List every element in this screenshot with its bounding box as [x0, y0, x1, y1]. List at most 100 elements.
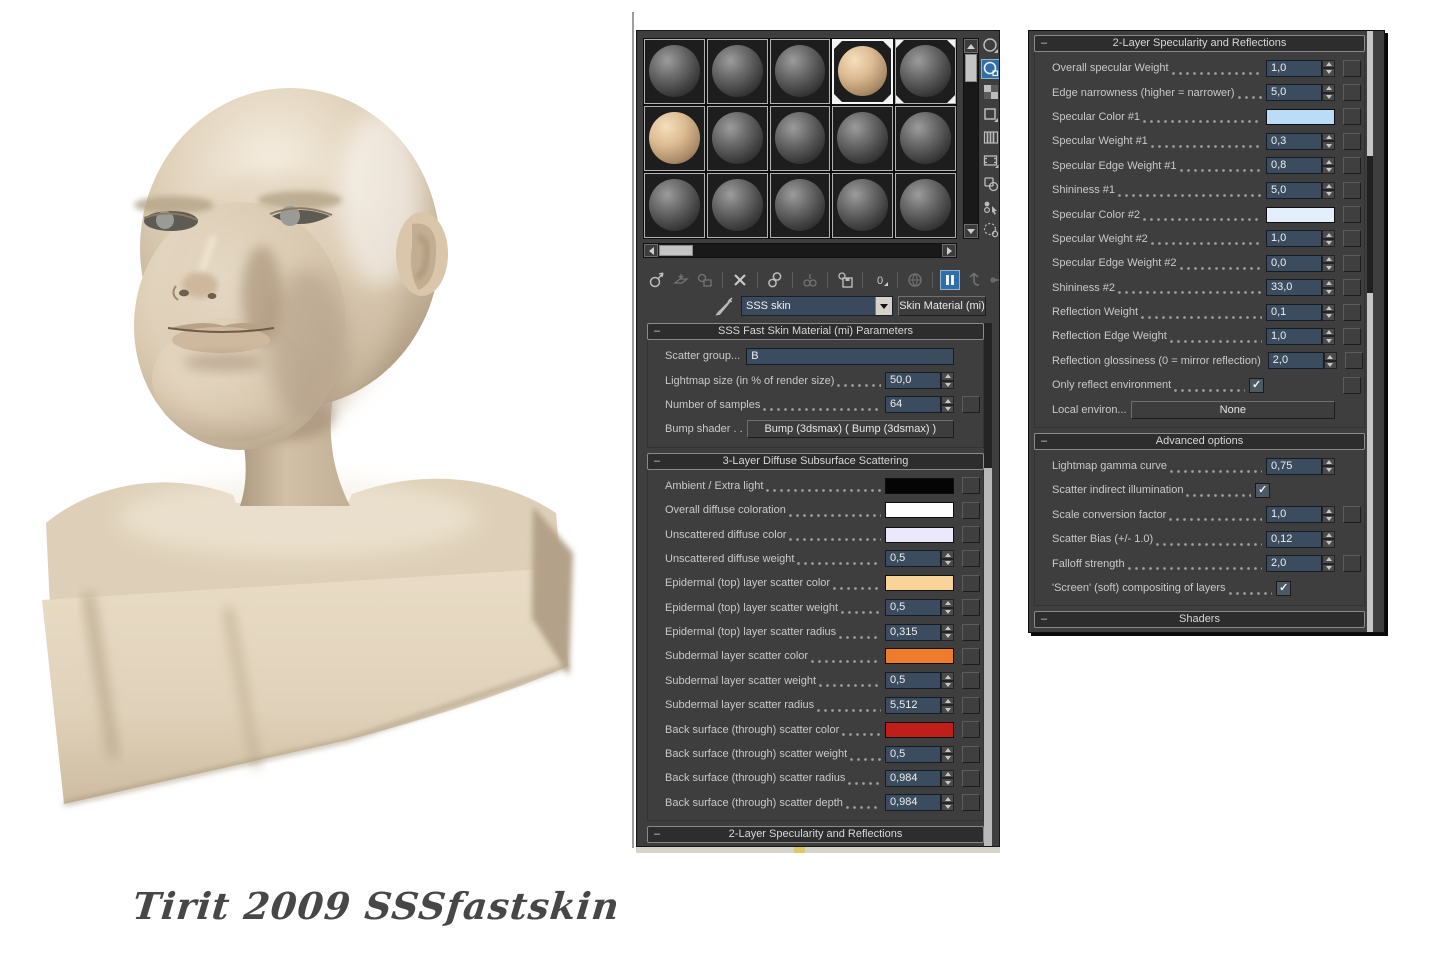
two-layer-specularity-rollout-header[interactable]: – 2-Layer Specularity and Reflections: [1034, 35, 1365, 52]
spinner-down-button[interactable]: [1322, 312, 1335, 321]
sample-slot[interactable]: [644, 39, 705, 104]
edge-narrowness-map-button[interactable]: [1343, 84, 1361, 102]
material-id-channel-icon[interactable]: 0: [870, 270, 890, 290]
value-spinner[interactable]: [1322, 181, 1335, 199]
value-spinner[interactable]: [941, 672, 954, 690]
spinner-down-button[interactable]: [941, 607, 954, 617]
sample-slot[interactable]: [895, 39, 956, 104]
dropdown-arrow-button[interactable]: [875, 297, 892, 315]
value-spinner[interactable]: [941, 794, 954, 812]
spinner-down-button[interactable]: [1322, 68, 1335, 77]
specular-color-1-map-button[interactable]: [1343, 108, 1361, 126]
reflection-weight-field[interactable]: 0,1: [1266, 303, 1322, 321]
spinner-down-button[interactable]: [941, 705, 954, 714]
shaders-rollout-header[interactable]: – Shaders: [1034, 611, 1365, 629]
spinner-down-button[interactable]: [941, 754, 954, 763]
ambient-extra-light-swatch[interactable]: [885, 477, 954, 494]
epidermal-scatter-radius-map-button[interactable]: [962, 623, 980, 641]
spinner-down-button[interactable]: [1322, 514, 1335, 524]
shininess-2-field[interactable]: 33,0: [1266, 279, 1322, 297]
unscattered-diffuse-color-map-button[interactable]: [962, 526, 980, 544]
make-material-copy-icon[interactable]: [765, 270, 785, 290]
scatter-indirect-illumination-checkbox[interactable]: ✓: [1255, 482, 1271, 498]
value-spinner[interactable]: [941, 550, 954, 568]
scroll-left-button[interactable]: [644, 244, 658, 257]
spinner-down-button[interactable]: [1322, 466, 1335, 475]
slots-vertical-scrollbar[interactable]: [963, 38, 979, 239]
back-scatter-color-swatch[interactable]: [885, 721, 954, 738]
overall-specular-weight-field[interactable]: 1,0: [1266, 59, 1322, 77]
spinner-down-button[interactable]: [1322, 238, 1335, 248]
spinner-down-button[interactable]: [941, 778, 954, 787]
scroll-thumb[interactable]: [659, 245, 693, 256]
material-type-button[interactable]: Skin Material (mi): [898, 296, 986, 316]
value-spinner[interactable]: [1322, 506, 1335, 524]
make-preview-icon[interactable]: [981, 151, 1000, 171]
value-spinner[interactable]: [1322, 132, 1335, 150]
epidermal-scatter-weight-map-button[interactable]: [962, 599, 980, 617]
unscattered-diffuse-weight-map-button[interactable]: [962, 550, 980, 568]
assign-material-to-selection-icon[interactable]: [695, 270, 715, 290]
spinner-down-button[interactable]: [1322, 336, 1335, 345]
subdermal-scatter-radius-field[interactable]: 5,512: [885, 696, 941, 714]
two-layer-specularity-bottom-rollout-header[interactable]: – 2-Layer Specularity and Reflections: [647, 826, 984, 844]
spinner-down-button[interactable]: [1322, 165, 1335, 175]
only-reflect-environment-map-button[interactable]: [1343, 376, 1361, 394]
scroll-thumb[interactable]: [1367, 31, 1373, 156]
local-environ-button[interactable]: None: [1130, 400, 1335, 419]
spinner-down-button[interactable]: [941, 380, 954, 390]
overall-diffuse-coloration-map-button[interactable]: [962, 501, 980, 519]
value-spinner[interactable]: [1322, 303, 1335, 321]
spinner-up-button[interactable]: [1322, 84, 1335, 93]
scroll-thumb[interactable]: [1367, 293, 1373, 632]
spinner-up-button[interactable]: [941, 672, 954, 681]
subdermal-scatter-color-swatch[interactable]: [885, 648, 954, 665]
overall-diffuse-coloration-swatch[interactable]: [885, 502, 954, 519]
back-scatter-radius-field[interactable]: 0,984: [885, 769, 941, 787]
specular-color-2-map-button[interactable]: [1343, 206, 1361, 224]
reflection-weight-map-button[interactable]: [1343, 303, 1361, 321]
only-reflect-environment-checkbox[interactable]: ✓: [1249, 377, 1265, 393]
scatter-bias-field[interactable]: 0,12: [1266, 530, 1322, 548]
sample-slot[interactable]: [769, 106, 831, 171]
value-spinner[interactable]: [1323, 352, 1337, 370]
rollout-scrollbar[interactable]: [984, 323, 992, 846]
specular-edge-weight-1-field[interactable]: 0,8: [1266, 157, 1322, 175]
sample-slot[interactable]: [644, 173, 705, 238]
specular-weight-1-field[interactable]: 0,3: [1266, 132, 1322, 150]
specular-weight-2-map-button[interactable]: [1343, 230, 1361, 248]
spinner-up-button[interactable]: [1322, 132, 1335, 142]
specular-weight-2-field[interactable]: 1,0: [1266, 230, 1322, 248]
value-spinner[interactable]: [1322, 555, 1335, 573]
spinner-up-button[interactable]: [941, 769, 954, 779]
background-icon[interactable]: [981, 82, 1000, 102]
lightmap-gamma-curve-field[interactable]: 0,75: [1266, 457, 1322, 475]
spinner-up-button[interactable]: [941, 396, 954, 405]
spinner-up-button[interactable]: [1322, 457, 1335, 467]
three-layer-diffuse-sss-rollout-header[interactable]: – 3-Layer Diffuse Subsurface Scattering: [647, 452, 984, 470]
reset-map-mtl-icon[interactable]: [730, 270, 750, 290]
specular-edge-weight-2-field[interactable]: 0,0: [1266, 254, 1322, 272]
value-spinner[interactable]: [941, 623, 954, 641]
backlight-icon[interactable]: [980, 59, 999, 79]
spinner-down-button[interactable]: [1322, 141, 1335, 150]
specular-edge-weight-1-map-button[interactable]: [1343, 157, 1361, 175]
put-material-to-scene-icon[interactable]: [671, 270, 691, 290]
spinner-down-button[interactable]: [941, 802, 954, 812]
spinner-up-button[interactable]: [941, 550, 954, 559]
value-spinner[interactable]: [1322, 254, 1335, 272]
sample-slot[interactable]: [706, 106, 768, 171]
sample-slot[interactable]: [832, 173, 894, 238]
subdermal-scatter-weight-map-button[interactable]: [962, 672, 980, 690]
sample-slot[interactable]: [832, 106, 894, 171]
spinner-down-button[interactable]: [941, 404, 954, 414]
ambient-extra-light-map-button[interactable]: [962, 477, 980, 495]
spinner-up-button[interactable]: [1322, 279, 1335, 288]
video-color-check-icon[interactable]: [981, 128, 1000, 148]
spinner-up-button[interactable]: [1323, 352, 1337, 361]
specular-weight-1-map-button[interactable]: [1343, 132, 1361, 150]
spinner-up-button[interactable]: [1322, 327, 1335, 337]
falloff-strength-map-button[interactable]: [1343, 555, 1361, 573]
spinner-up-button[interactable]: [941, 696, 954, 706]
bump-shader-button[interactable]: Bump (3dsmax) ( Bump (3dsmax) ): [746, 420, 954, 439]
